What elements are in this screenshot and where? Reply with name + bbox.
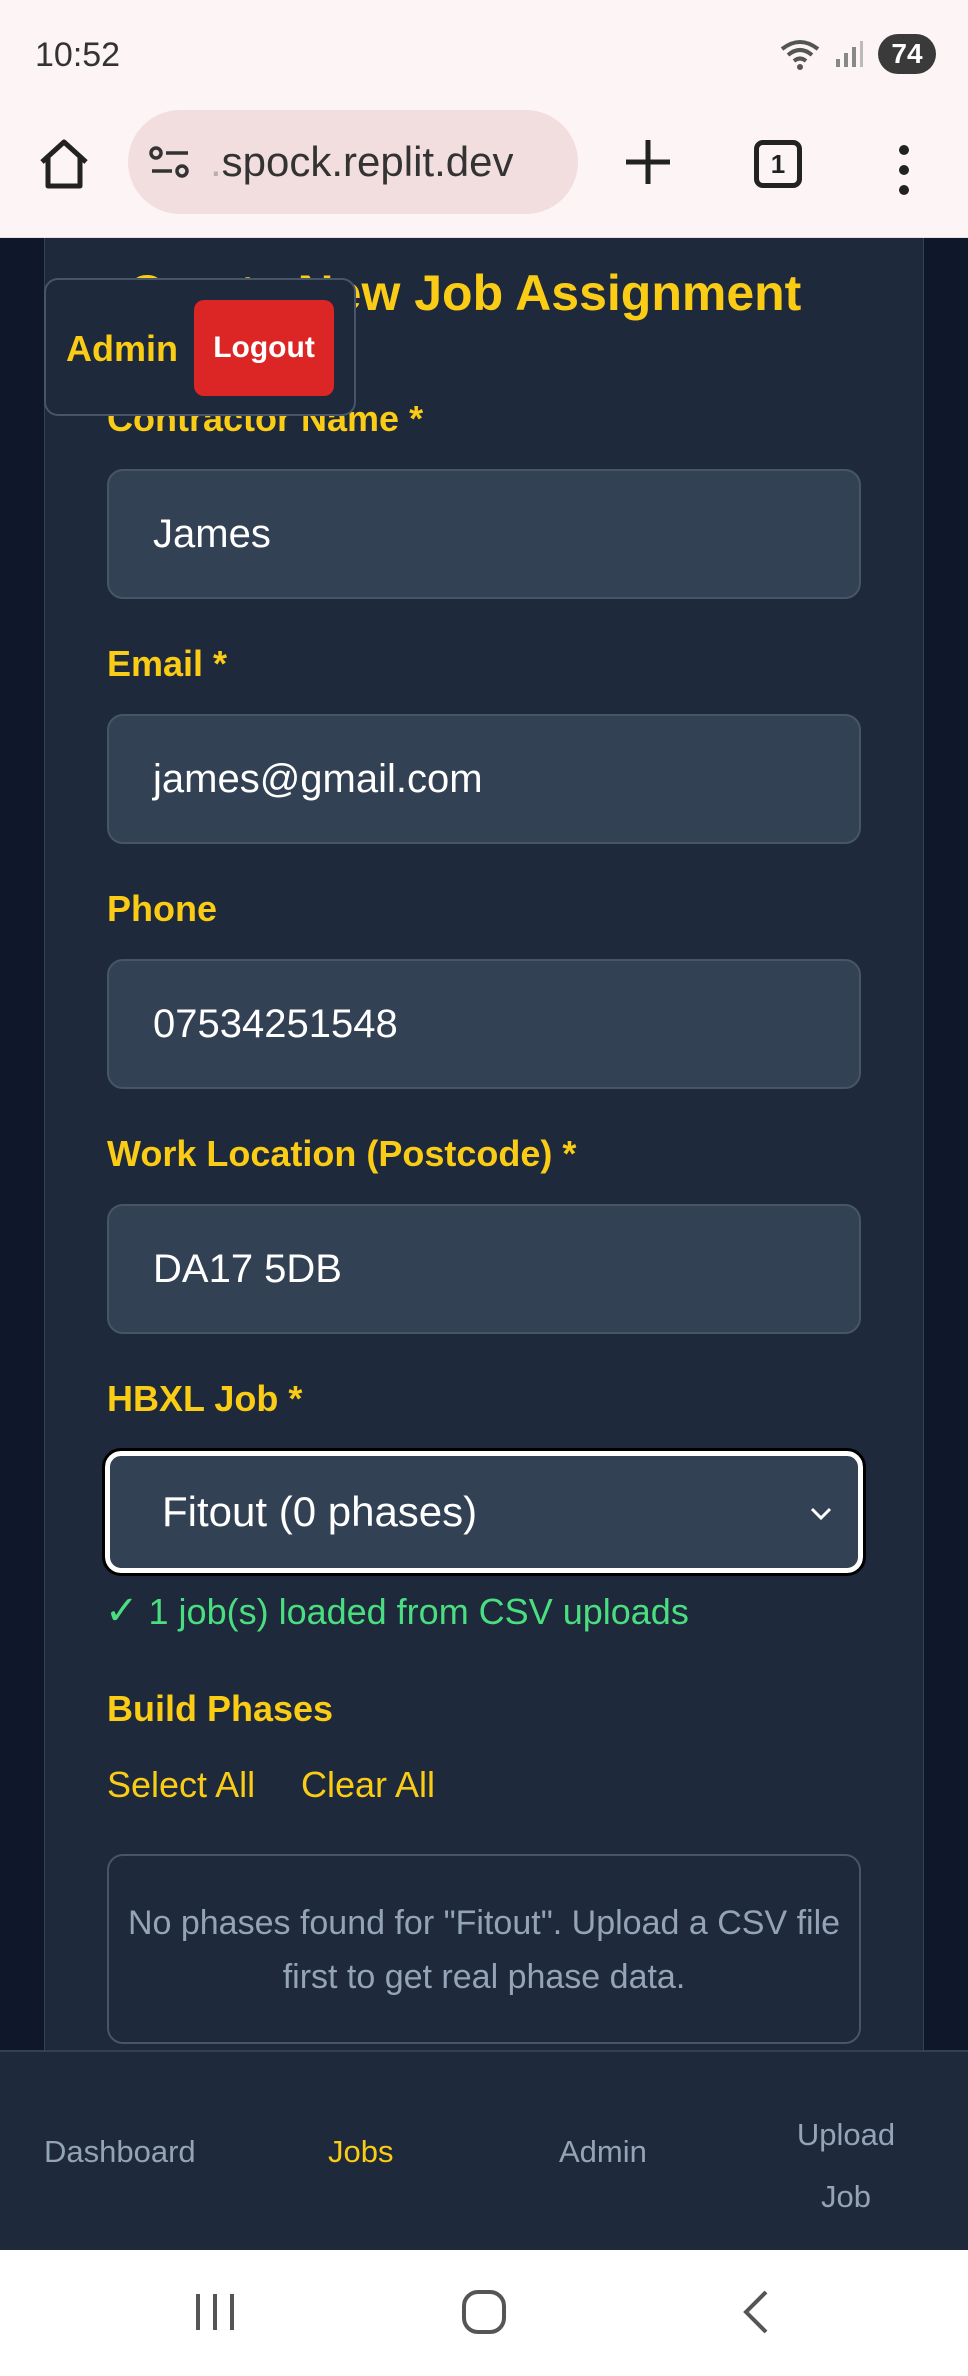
back-icon[interactable] <box>736 2286 776 2338</box>
phases-empty-message: No phases found for "Fitout". Upload a C… <box>107 1854 861 2044</box>
chevron-down-icon <box>810 1507 832 1521</box>
system-nav-bar <box>0 2250 968 2376</box>
logout-button[interactable]: Logout <box>194 300 334 396</box>
clear-all-button[interactable]: Clear All <box>301 1764 435 1806</box>
recents-icon[interactable] <box>190 2288 240 2336</box>
wifi-icon <box>780 40 820 70</box>
build-phases-label: Build Phases <box>107 1688 334 1729</box>
hbxl-job-selected: Fitout (0 phases) <box>162 1488 478 1535</box>
status-bar: 10:52 74 <box>0 0 968 110</box>
work-location-label: Work Location (Postcode) * <box>107 1133 577 1174</box>
status-icons: 74 <box>780 34 936 74</box>
csv-status-text: 1 job(s) loaded from CSV uploads <box>148 1591 689 1632</box>
page-content: Create New Job Assignment Contractor Nam… <box>0 238 968 2050</box>
signal-icon <box>836 41 863 67</box>
phone-field[interactable]: 07534251548 <box>107 959 861 1089</box>
email-label: Email * <box>107 643 228 684</box>
phone-label: Phone <box>107 888 218 929</box>
select-all-button[interactable]: Select All <box>107 1764 255 1806</box>
email-field[interactable]: james@gmail.com <box>107 714 861 844</box>
hbxl-job-label: HBXL Job * <box>107 1378 303 1419</box>
plus-icon[interactable] <box>618 132 678 192</box>
nav-jobs[interactable]: Jobs <box>328 2134 393 2170</box>
nav-upload-job[interactable]: Upload Job <box>786 2104 906 2228</box>
site-settings-icon[interactable] <box>148 144 192 180</box>
home-circle-icon[interactable] <box>460 2288 508 2336</box>
work-location-input[interactable]: DA17 5DB <box>107 1204 861 1334</box>
bottom-nav: Dashboard Jobs Admin Upload Job <box>0 2050 968 2250</box>
admin-label: Admin <box>66 328 178 369</box>
home-icon[interactable] <box>36 136 92 192</box>
url-text: .spock.replit.dev <box>210 138 513 186</box>
url-prefix: . <box>210 138 222 185</box>
check-icon: ✓ <box>105 1589 139 1633</box>
battery-indicator: 74 <box>878 34 936 74</box>
nav-admin[interactable]: Admin <box>559 2134 647 2170</box>
status-time: 10:52 <box>35 36 121 74</box>
csv-status: ✓ 1 job(s) loaded from CSV uploads <box>105 1588 689 1634</box>
more-vert-icon[interactable] <box>880 140 928 200</box>
hbxl-job-select[interactable]: Fitout (0 phases) <box>102 1448 866 1576</box>
contractor-name-input[interactable]: James <box>107 469 861 599</box>
address-bar[interactable]: .spock.replit.dev <box>128 110 578 214</box>
tabs-icon[interactable]: 1 <box>754 140 802 188</box>
url-domain: spock.replit.dev <box>221 138 514 185</box>
browser-toolbar: .spock.replit.dev 1 <box>0 110 968 238</box>
admin-bar: Admin Logout <box>44 278 356 416</box>
nav-dashboard[interactable]: Dashboard <box>44 2134 196 2170</box>
